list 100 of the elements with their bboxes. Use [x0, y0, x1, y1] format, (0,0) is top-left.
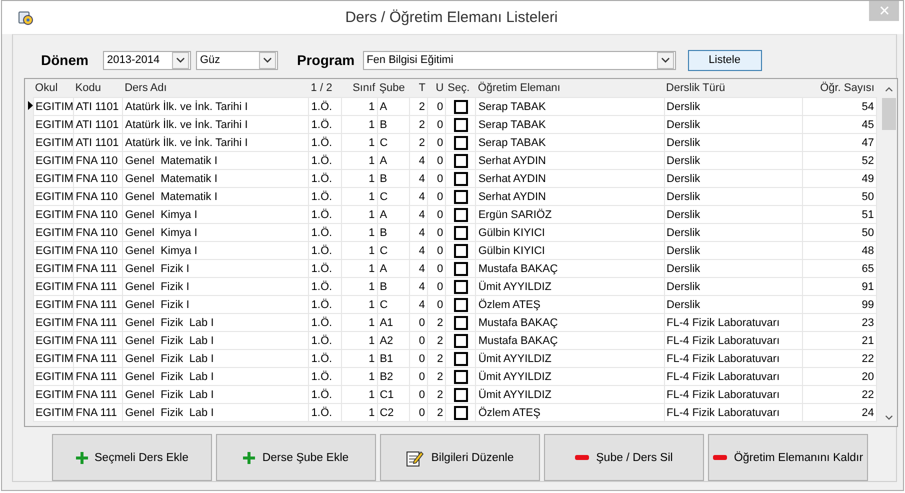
table-cell: FNA 111	[73, 278, 123, 296]
table-cell: FL-4 Fizik Laboratuvarı	[664, 386, 803, 404]
table-cell: 1.Ö.	[308, 332, 341, 350]
table-cell: A	[377, 206, 410, 224]
table-cell: 54	[802, 98, 876, 116]
column-header[interactable]: Öğretim Elemanı	[476, 79, 664, 98]
table-cell: 21	[802, 332, 876, 350]
add-button[interactable]: Seçmeli Ders Ekle	[52, 434, 212, 481]
plus-icon	[76, 452, 88, 464]
select-checkbox[interactable]	[454, 244, 468, 258]
select-checkbox[interactable]	[454, 370, 468, 384]
select-checkbox[interactable]	[454, 226, 468, 240]
table-cell: 1.Ö.	[308, 386, 341, 404]
remove-button[interactable]: Şube / Ders Sil	[544, 434, 704, 481]
table-cell: B	[377, 170, 410, 188]
table-cell: 24	[802, 404, 876, 422]
table-cell: Ümit AYYILDIZ	[476, 368, 664, 386]
table-cell: FNA 111	[73, 332, 123, 350]
table-cell: Derslik	[664, 260, 803, 278]
table-cell: FNA 111	[73, 260, 123, 278]
table-cell: FNA 110	[73, 206, 123, 224]
table-cell: 45	[802, 116, 876, 134]
edit-button[interactable]: Bilgileri Düzenle	[380, 434, 540, 481]
table-cell: EGITIM	[33, 296, 74, 314]
term-dropdown[interactable]: Güz	[196, 50, 278, 70]
select-checkbox[interactable]	[454, 352, 468, 366]
window-title: Ders / Öğretim Elemanı Listeleri	[344, 9, 559, 26]
table-cell: EGITIM	[33, 314, 74, 332]
table-cell: 1.Ö.	[308, 188, 341, 206]
table-cell: A2	[377, 332, 410, 350]
program-label: Program	[297, 52, 355, 68]
table-cell: EGITIM	[33, 368, 74, 386]
table-cell: Ümit AYYILDIZ	[476, 350, 664, 368]
table-cell: FNA 111	[73, 350, 123, 368]
select-checkbox[interactable]	[454, 316, 468, 330]
table-cell: Genel Fizik Lab I	[122, 368, 309, 386]
table-cell: FL-4 Fizik Laboratuvarı	[664, 314, 803, 332]
select-checkbox[interactable]	[454, 136, 468, 150]
table-cell: FNA 110	[73, 224, 123, 242]
table-cell: 1.Ö.	[308, 170, 341, 188]
program-dropdown[interactable]: Fen Bilgisi Eğitimi	[362, 50, 676, 70]
list-button[interactable]: Listele	[688, 50, 762, 70]
table-cell: 1	[341, 314, 378, 332]
table-cell: B	[377, 116, 410, 134]
table-cell: 1	[341, 188, 378, 206]
table-cell: 1	[341, 224, 378, 242]
table-cell: Genel Matematik I	[122, 152, 309, 170]
select-checkbox[interactable]	[454, 118, 468, 132]
table-cell: 1.Ö.	[308, 116, 341, 134]
table-cell: 1	[341, 260, 378, 278]
select-checkbox[interactable]	[454, 388, 468, 402]
table-cell: A	[377, 260, 410, 278]
table-cell: 1.Ö.	[308, 134, 341, 152]
table-cell: Derslik	[664, 242, 803, 260]
select-checkbox[interactable]	[454, 208, 468, 222]
select-checkbox[interactable]	[454, 298, 468, 312]
table-cell: 22	[802, 350, 876, 368]
remove-button[interactable]: Öğretim Elemanını Kaldır	[708, 434, 868, 481]
table-cell: Serap TABAK	[476, 98, 664, 116]
year-dropdown[interactable]: 2013-2014	[103, 50, 191, 70]
select-checkbox[interactable]	[454, 262, 468, 276]
select-checkbox[interactable]	[454, 334, 468, 348]
scroll-up-icon[interactable]	[884, 87, 892, 92]
select-checkbox[interactable]	[454, 100, 468, 114]
table-cell: Derslik	[664, 134, 803, 152]
table-cell: Mustafa BAKAÇ	[476, 332, 664, 350]
table-cell: ATI 1101	[73, 98, 123, 116]
chevron-down-icon	[176, 57, 185, 63]
scroll-down-icon[interactable]	[884, 415, 892, 420]
table-cell: Genel Fizik Lab I	[122, 314, 309, 332]
column-header[interactable]: Öğr. Sayısı	[802, 79, 876, 98]
table-cell: Gülbin KIYICI	[476, 242, 664, 260]
table-cell: 48	[802, 242, 876, 260]
table-cell: Atatürk İlk. ve İnk. Tarihi I	[122, 134, 309, 152]
table-cell: Genel Fizik I	[122, 296, 309, 314]
table-cell: C	[377, 188, 410, 206]
table-cell: C	[377, 296, 410, 314]
table-cell: EGITIM	[33, 332, 74, 350]
table-cell: 1.Ö.	[308, 206, 341, 224]
table-cell: 1	[341, 278, 378, 296]
select-checkbox[interactable]	[454, 190, 468, 204]
table-cell: Serap TABAK	[476, 116, 664, 134]
table-cell: 52	[802, 152, 876, 170]
table-cell: FL-4 Fizik Laboratuvarı	[664, 332, 803, 350]
table-cell: 1.Ö.	[308, 404, 341, 422]
table-cell: Gülbin KIYICI	[476, 224, 664, 242]
table-cell: 1	[341, 152, 378, 170]
table-cell: Özlem ATEŞ	[476, 404, 664, 422]
select-checkbox[interactable]	[454, 154, 468, 168]
table-cell: 1	[341, 404, 378, 422]
table-cell: 1.Ö.	[308, 368, 341, 386]
table-cell: Atatürk İlk. ve İnk. Tarihi I	[122, 98, 309, 116]
table-cell: EGITIM	[33, 260, 74, 278]
table-cell: FNA 110	[73, 152, 123, 170]
select-checkbox[interactable]	[454, 172, 468, 186]
scrollbar-thumb[interactable]	[882, 98, 896, 130]
add-button[interactable]: Derse Şube Ekle	[216, 434, 376, 481]
select-checkbox[interactable]	[454, 406, 468, 420]
table-cell: FNA 111	[73, 296, 123, 314]
select-checkbox[interactable]	[454, 280, 468, 294]
